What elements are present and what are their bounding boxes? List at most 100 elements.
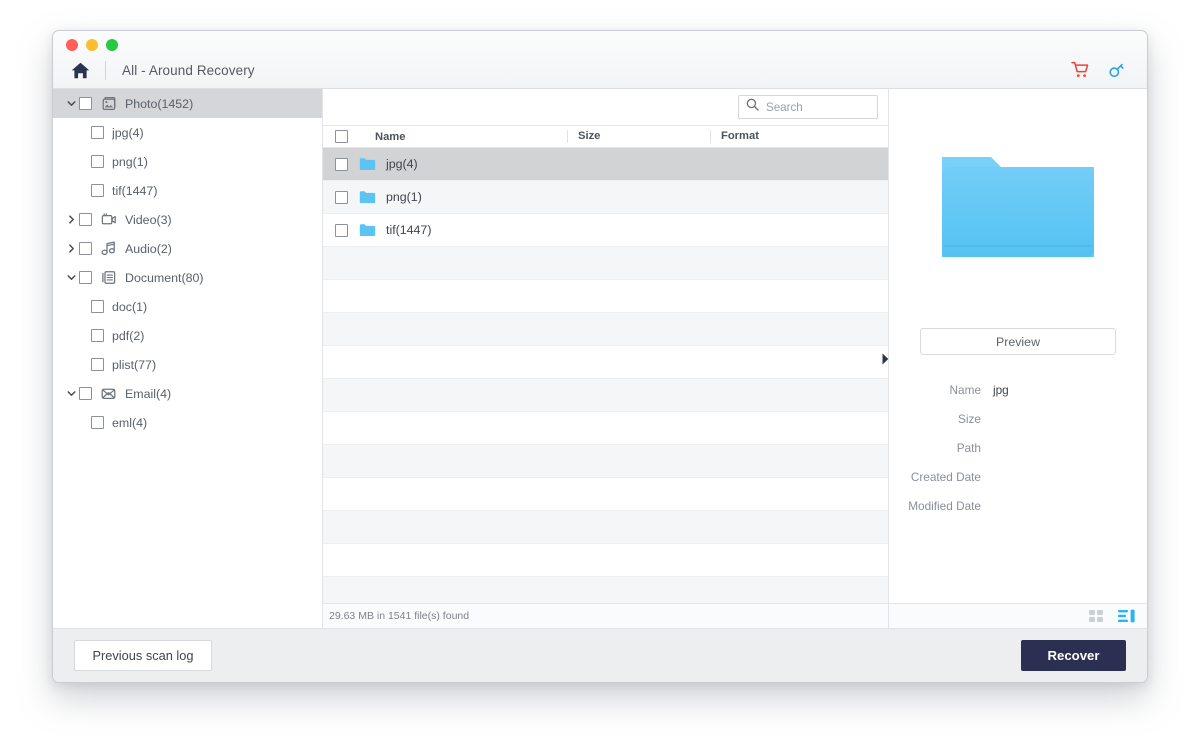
chevron-down-icon[interactable]	[63, 273, 79, 282]
list-view-icon[interactable]	[1118, 608, 1135, 624]
metadata-row: Modified Date	[889, 491, 1131, 520]
metadata-key: Modified Date	[889, 499, 993, 513]
table-row[interactable]: png(1)	[323, 181, 888, 214]
sidebar-item-label: jpg(4)	[112, 126, 144, 140]
zoom-window-button[interactable]	[106, 39, 118, 51]
sidebar-item-label: Email(4)	[125, 387, 171, 401]
sidebar-item-checkbox[interactable]	[79, 213, 92, 226]
row-checkbox[interactable]	[335, 191, 348, 204]
metadata-row: Namejpg	[889, 375, 1131, 404]
email-icon	[100, 385, 117, 402]
file-metadata: NamejpgSizePathCreated DateModified Date	[889, 375, 1147, 520]
column-header-format[interactable]: Format	[710, 130, 888, 143]
sidebar-item-checkbox[interactable]	[91, 184, 104, 197]
empty-row	[323, 577, 888, 603]
table-row[interactable]: jpg(4)	[323, 148, 888, 181]
sidebar-item-pdf[interactable]: pdf(2)	[53, 321, 322, 350]
sidebar-item-checkbox[interactable]	[91, 416, 104, 429]
empty-row	[323, 412, 888, 445]
sidebar-item-label: Video(3)	[125, 213, 172, 227]
sidebar-item-audio[interactable]: Audio(2)	[53, 234, 322, 263]
sidebar-item-label: Audio(2)	[125, 242, 172, 256]
shopping-cart-icon[interactable]	[1067, 57, 1093, 83]
status-text: 29.63 MB in 1541 file(s) found	[329, 610, 469, 622]
empty-row	[323, 511, 888, 544]
sidebar-item-eml[interactable]: eml(4)	[53, 408, 322, 437]
file-list-header: Name Size Format	[323, 125, 888, 148]
empty-row	[323, 280, 888, 313]
column-header-size[interactable]: Size	[567, 130, 710, 143]
search-box[interactable]	[738, 95, 878, 119]
video-icon	[100, 211, 117, 228]
preview-body: Preview NamejpgSizePathCreated DateModif…	[889, 89, 1147, 603]
chevron-right-icon[interactable]	[63, 215, 79, 224]
sidebar-item-checkbox[interactable]	[79, 387, 92, 400]
empty-row	[323, 445, 888, 478]
sidebar-item-checkbox[interactable]	[91, 329, 104, 342]
table-row[interactable]: tif(1447)	[323, 214, 888, 247]
preview-pane: Preview NamejpgSizePathCreated DateModif…	[889, 89, 1147, 628]
triangle-right-icon[interactable]	[880, 351, 890, 367]
chevron-down-icon[interactable]	[63, 389, 79, 398]
chevron-right-icon[interactable]	[63, 244, 79, 253]
row-checkbox-cell	[323, 191, 359, 204]
close-window-button[interactable]	[66, 39, 78, 51]
sidebar-item-label: pdf(2)	[112, 329, 144, 343]
application-window: All - Around Recovery	[52, 30, 1148, 683]
metadata-row: Size	[889, 404, 1131, 433]
folder-icon	[359, 157, 376, 171]
sidebar-item-checkbox[interactable]	[79, 97, 92, 110]
sidebar-item-label: plist(77)	[112, 358, 156, 372]
row-checkbox[interactable]	[335, 224, 348, 237]
metadata-row: Created Date	[889, 462, 1131, 491]
sidebar-item-doc[interactable]: doc(1)	[53, 292, 322, 321]
sidebar-item-document[interactable]: Document(80)	[53, 263, 322, 292]
preview-button[interactable]: Preview	[920, 328, 1116, 355]
metadata-key: Created Date	[889, 470, 993, 484]
sidebar-item-checkbox[interactable]	[91, 155, 104, 168]
category-sidebar[interactable]: Photo(1452) jpg(4) png(1)tif(1447) Video(3)…	[53, 89, 323, 628]
select-all-checkbox-cell	[323, 130, 359, 143]
empty-row	[323, 313, 888, 346]
metadata-row: Path	[889, 433, 1131, 462]
row-checkbox-cell	[323, 224, 359, 237]
folder-icon	[359, 223, 376, 237]
sidebar-item-checkbox[interactable]	[91, 300, 104, 313]
home-icon[interactable]	[67, 57, 93, 83]
view-mode-bar	[889, 603, 1147, 628]
metadata-value: jpg	[993, 383, 1009, 397]
metadata-key: Path	[889, 441, 993, 455]
row-checkbox-cell	[323, 158, 359, 171]
empty-row	[323, 544, 888, 577]
column-header-name[interactable]: Name	[359, 131, 567, 143]
title-divider	[105, 61, 106, 80]
metadata-key: Name	[889, 383, 993, 397]
chevron-down-icon[interactable]	[63, 99, 79, 108]
row-name-cell: jpg(4)	[386, 157, 567, 171]
sidebar-item-label: Document(80)	[125, 271, 204, 285]
sidebar-item-png[interactable]: png(1)	[53, 147, 322, 176]
minimize-window-button[interactable]	[86, 39, 98, 51]
sidebar-item-jpg[interactable]: jpg(4)	[53, 118, 322, 147]
search-input[interactable]	[766, 101, 866, 114]
sidebar-item-label: Photo(1452)	[125, 97, 193, 111]
sidebar-item-plist[interactable]: plist(77)	[53, 350, 322, 379]
sidebar-item-checkbox[interactable]	[91, 126, 104, 139]
sidebar-item-checkbox[interactable]	[79, 242, 92, 255]
recover-button[interactable]: Recover	[1021, 640, 1126, 671]
previous-scan-log-button[interactable]: Previous scan log	[74, 640, 212, 671]
file-list-rows[interactable]: jpg(4) png(1)tif(1447)	[323, 148, 888, 603]
sidebar-item-email[interactable]: Email(4)	[53, 379, 322, 408]
key-icon[interactable]	[1103, 57, 1129, 83]
sidebar-item-checkbox[interactable]	[91, 358, 104, 371]
grid-view-icon[interactable]	[1088, 608, 1104, 624]
row-checkbox[interactable]	[335, 158, 348, 171]
file-list-pane: Name Size Format jpg(4) png(1)tif(1447) 2…	[323, 89, 889, 628]
sidebar-item-photo[interactable]: Photo(1452)	[53, 89, 322, 118]
sidebar-item-tif[interactable]: tif(1447)	[53, 176, 322, 205]
document-icon	[100, 269, 117, 286]
sidebar-item-checkbox[interactable]	[79, 271, 92, 284]
sidebar-item-label: eml(4)	[112, 416, 147, 430]
sidebar-item-video[interactable]: Video(3)	[53, 205, 322, 234]
select-all-checkbox[interactable]	[335, 130, 348, 143]
